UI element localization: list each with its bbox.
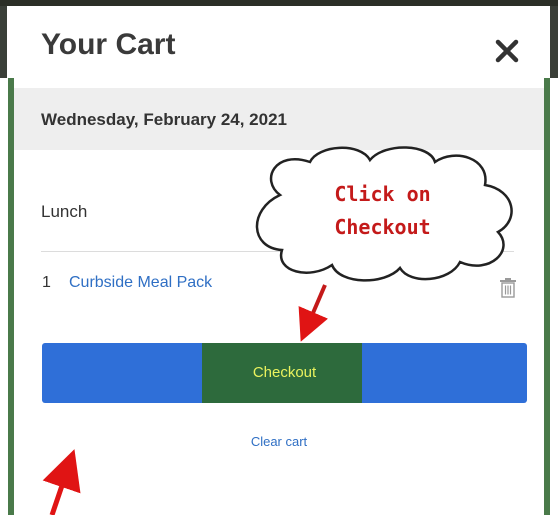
item-name-link[interactable]: Curbside Meal Pack <box>69 274 212 292</box>
item-quantity: 1 <box>42 274 51 291</box>
checkout-button[interactable]: Checkout <box>42 343 527 403</box>
backdrop-left <box>0 6 14 515</box>
checkout-label: Checkout <box>252 364 317 381</box>
callout-line-1: Click on <box>334 182 431 206</box>
backdrop-right <box>544 6 558 515</box>
clear-cart-link[interactable]: Clear cart <box>14 434 544 449</box>
cart-header: Your Cart <box>14 6 544 86</box>
callout-bubble: Click on Checkout <box>240 140 525 290</box>
order-date: Wednesday, February 24, 2021 <box>41 110 287 129</box>
cart-title: Your Cart <box>41 28 176 61</box>
meal-section-label: Lunch <box>41 202 88 221</box>
callout-line-2: Checkout <box>334 215 431 239</box>
close-icon[interactable] <box>492 36 522 66</box>
callout-text: Click on Checkout <box>240 178 525 244</box>
